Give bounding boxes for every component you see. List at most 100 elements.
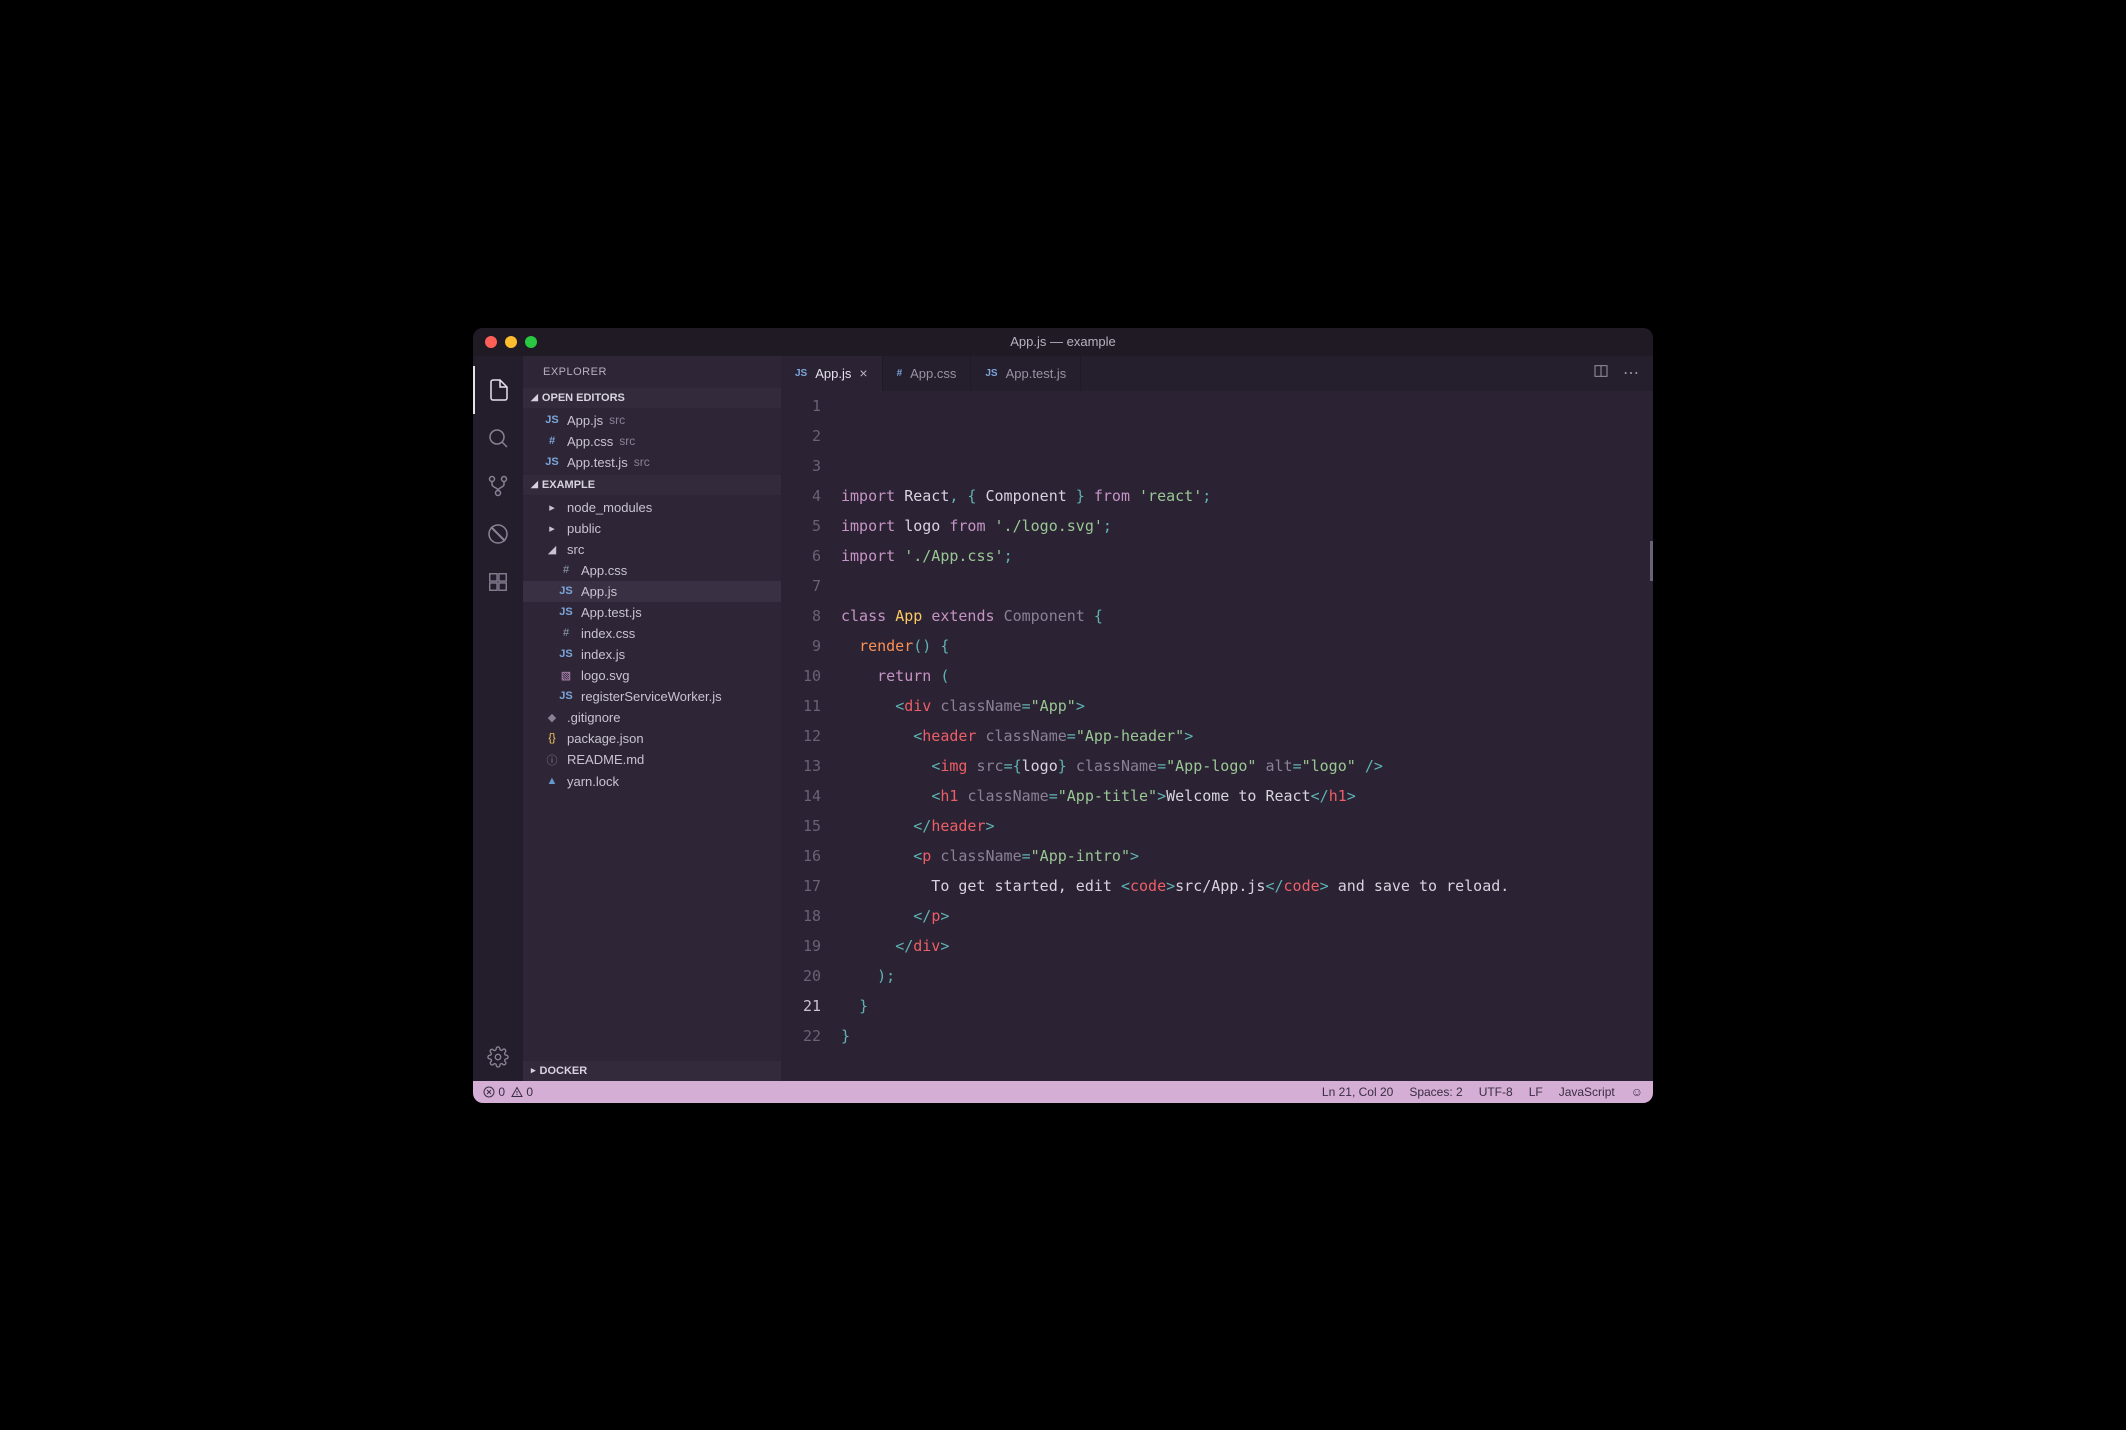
code-line[interactable]: </header> [841,811,1653,841]
source-control-icon[interactable] [473,462,523,510]
tree-item[interactable]: JSApp.js [523,581,781,602]
settings-gear-icon[interactable] [473,1033,523,1081]
docker-header[interactable]: ▸ DOCKER [523,1061,781,1081]
tree-item[interactable]: ⓘREADME.md [523,749,781,771]
code-line[interactable]: <p className="App-intro"> [841,841,1653,871]
split-editor-icon[interactable] [1593,363,1609,384]
code-line[interactable]: <div className="App"> [841,691,1653,721]
code-content[interactable]: import React, { Component } from 'react'… [841,391,1653,1081]
file-icon: JS [543,456,561,468]
code-line[interactable]: ); [841,961,1653,991]
file-name: index.js [581,647,625,662]
errors-indicator[interactable]: 0 [483,1085,505,1099]
file-icon: # [897,368,903,379]
titlebar: App.js — example [473,328,1653,356]
code-line[interactable] [841,571,1653,601]
cursor-position[interactable]: Ln 21, Col 20 [1322,1085,1393,1099]
open-editor-item[interactable]: JSApp.test.js src [523,452,781,473]
open-editors-label: OPEN EDITORS [542,392,625,404]
editor-tab[interactable]: #App.css [883,356,972,391]
file-name: registerServiceWorker.js [581,689,722,704]
tree-item[interactable]: #App.css [523,560,781,581]
file-icon: JS [985,368,997,379]
file-dir: src [609,413,625,427]
file-icon: JS [543,414,561,426]
file-icon: JS [557,585,575,597]
search-icon[interactable] [473,414,523,462]
warnings-indicator[interactable]: 0 [511,1085,533,1099]
status-left: 0 0 [483,1085,533,1099]
file-icon: {} [543,732,561,744]
code-line[interactable]: render() { [841,631,1653,661]
extensions-icon[interactable] [473,558,523,606]
language-mode[interactable]: JavaScript [1559,1085,1615,1099]
feedback-icon[interactable]: ☺ [1631,1085,1643,1099]
tree-item[interactable]: {}package.json [523,728,781,749]
tree-item[interactable]: ◆.gitignore [523,707,781,728]
file-name: node_modules [567,500,652,515]
line-number: 7 [781,571,821,601]
tree-item[interactable]: JSregisterServiceWorker.js [523,686,781,707]
editor[interactable]: 12345678910111213141516171819202122 impo… [781,391,1653,1081]
code-line[interactable]: return ( [841,661,1653,691]
line-number: 16 [781,841,821,871]
file-icon: JS [795,368,807,379]
line-number: 10 [781,661,821,691]
code-line[interactable]: <h1 className="App-title">Welcome to Rea… [841,781,1653,811]
tree-item[interactable]: ▧logo.svg [523,665,781,686]
window-title: App.js — example [473,334,1653,349]
indentation[interactable]: Spaces: 2 [1409,1085,1462,1099]
tree-item[interactable]: #index.css [523,623,781,644]
file-icon: ◆ [543,711,561,724]
tree-item[interactable]: ▲ yarn.lock [523,771,781,792]
file-name: yarn.lock [567,774,619,789]
file-icon: ▸ [543,501,561,514]
editor-tab[interactable]: JSApp.test.js [971,356,1081,391]
debug-icon[interactable] [473,510,523,558]
file-dir: src [634,455,650,469]
code-line[interactable]: } [841,1021,1653,1051]
code-line[interactable]: import React, { Component } from 'react'… [841,481,1653,511]
tree-item[interactable]: JSindex.js [523,644,781,665]
line-number: 6 [781,541,821,571]
tab-label: App.js [815,366,851,381]
close-icon[interactable]: × [859,365,867,381]
line-number: 20 [781,961,821,991]
encoding[interactable]: UTF-8 [1479,1085,1513,1099]
open-editor-item[interactable]: #App.css src [523,431,781,452]
scrollbar-thumb[interactable] [1650,541,1653,581]
file-name: index.css [581,626,635,641]
editor-tab[interactable]: JS App.js × [781,356,883,391]
end-of-line[interactable]: LF [1529,1085,1543,1099]
code-line[interactable]: } [841,991,1653,1021]
code-line[interactable]: </div> [841,931,1653,961]
more-icon[interactable]: ⋯ [1623,363,1639,383]
code-line[interactable] [841,1051,1653,1081]
file-name: logo.svg [581,668,629,683]
line-number: 11 [781,691,821,721]
line-number: 9 [781,631,821,661]
tree-item[interactable]: ▸public [523,518,781,539]
file-icon: # [543,435,561,447]
file-name: README.md [567,752,644,767]
line-number: 4 [781,481,821,511]
status-right: Ln 21, Col 20 Spaces: 2 UTF-8 LF JavaScr… [1322,1085,1643,1099]
code-line[interactable]: <header className="App-header"> [841,721,1653,751]
code-line[interactable]: </p> [841,901,1653,931]
explorer-icon[interactable] [473,366,523,414]
line-number: 8 [781,601,821,631]
tree-item[interactable]: JSApp.test.js [523,602,781,623]
code-line[interactable]: To get started, edit <code>src/App.js</c… [841,871,1653,901]
code-line[interactable]: <img src={logo} className="App-logo" alt… [841,751,1653,781]
code-line[interactable]: import './App.css'; [841,541,1653,571]
tree-item[interactable]: ◢src [523,539,781,560]
project-header[interactable]: ◢ EXAMPLE [523,475,781,495]
line-number: 5 [781,511,821,541]
file-name: src [567,542,584,557]
tree-item[interactable]: ▸ node_modules [523,497,781,518]
open-editor-item[interactable]: JSApp.js src [523,410,781,431]
code-line[interactable]: import logo from './logo.svg'; [841,511,1653,541]
file-icon: ▲ [543,775,561,787]
code-line[interactable]: class App extends Component { [841,601,1653,631]
open-editors-header[interactable]: ◢ OPEN EDITORS [523,388,781,408]
